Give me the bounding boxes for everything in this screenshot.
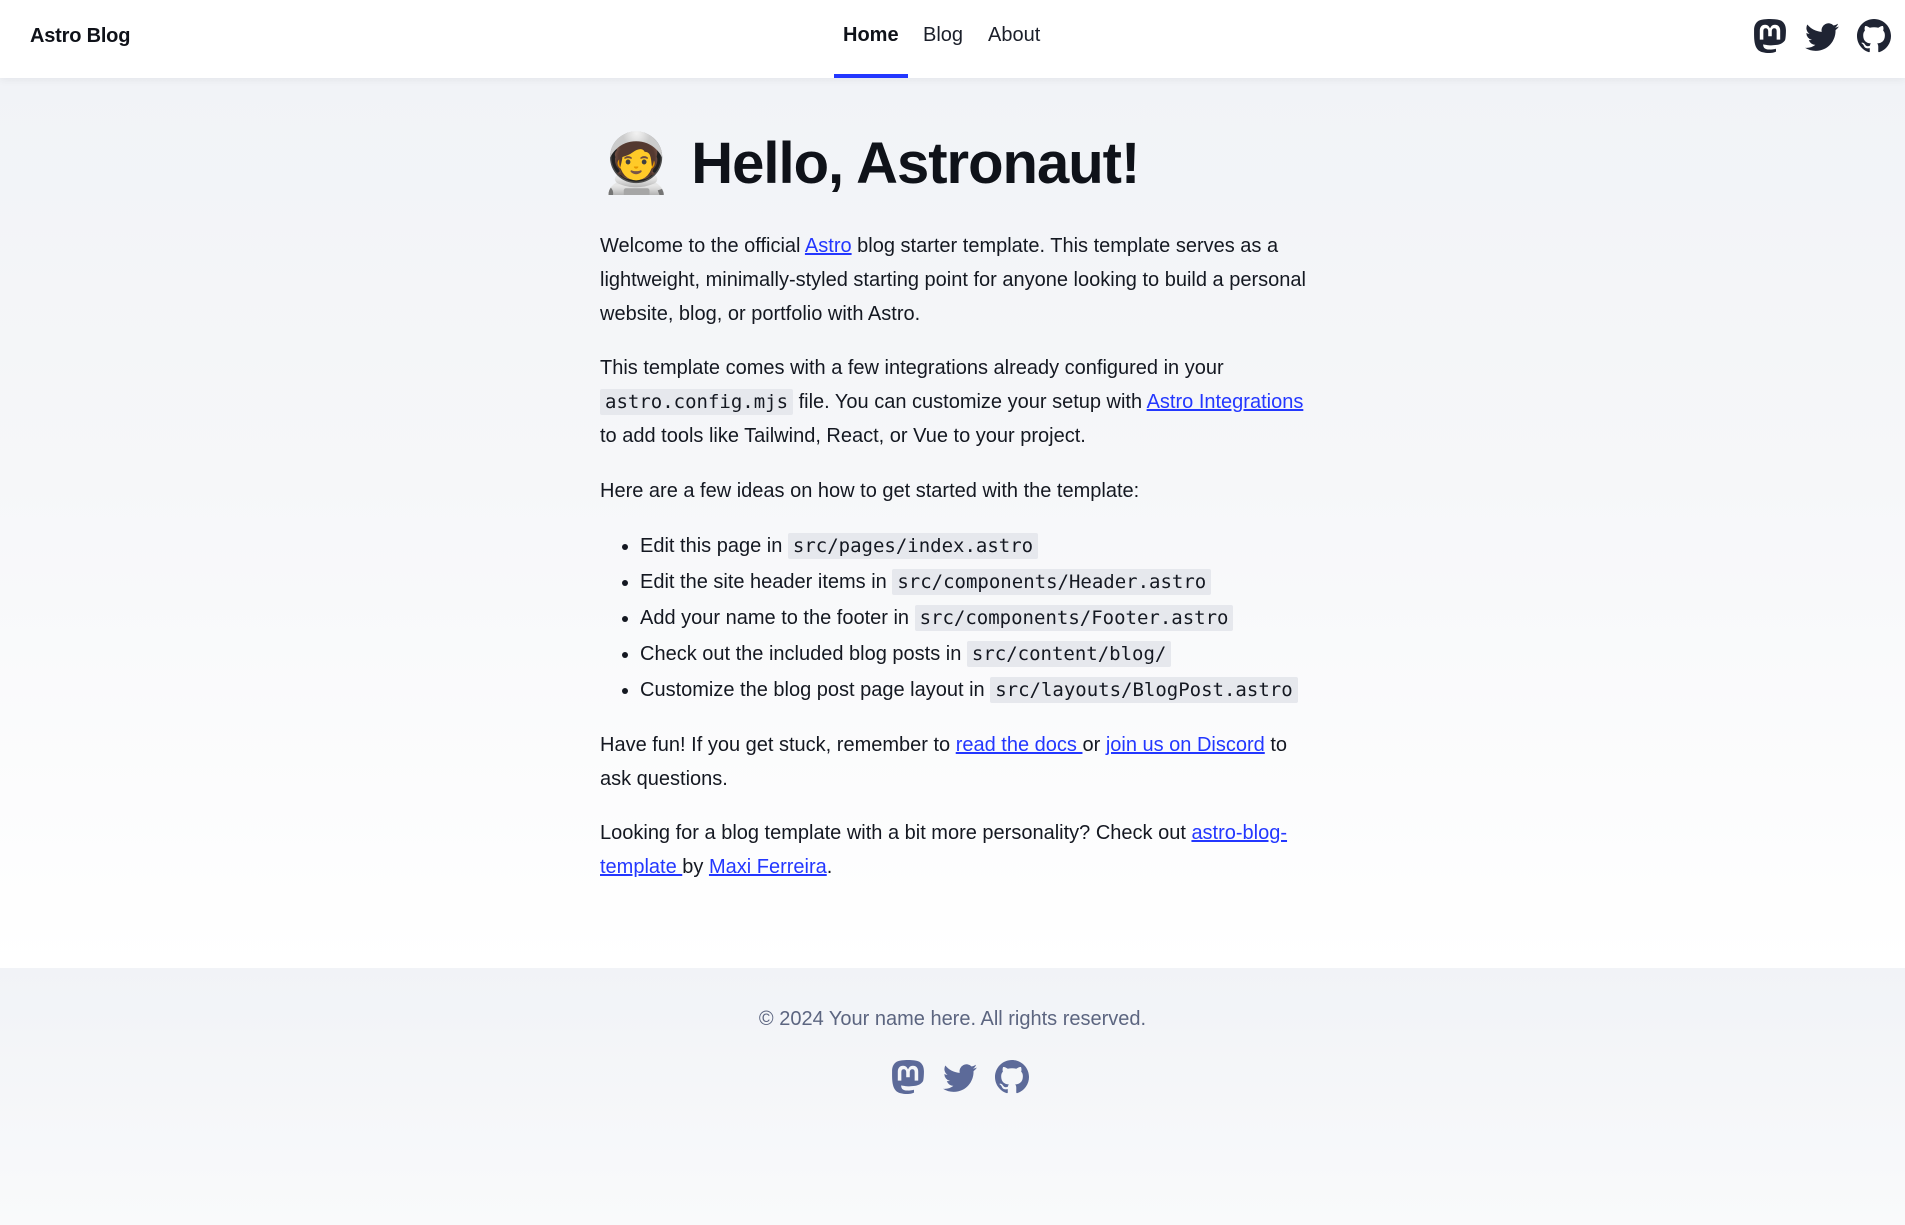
footer-mastodon-link[interactable] <box>891 1060 925 1094</box>
maxi-ferreira-link[interactable]: Maxi Ferreira <box>709 856 827 878</box>
intro-paragraph: Welcome to the official Astro blog start… <box>600 229 1320 331</box>
help-paragraph: Have fun! If you get stuck, remember to … <box>600 728 1320 796</box>
active-nav-indicator <box>834 74 908 78</box>
help-text: Have fun! If you get stuck, remember to <box>600 734 956 756</box>
list-item: Add your name to the footer in src/compo… <box>640 600 1340 636</box>
help-text-middle: or <box>1082 734 1106 756</box>
github-icon <box>995 1060 1029 1094</box>
header-mastodon-link[interactable] <box>1753 19 1787 53</box>
personality-text: Looking for a blog template with a bit m… <box>600 822 1192 844</box>
mastodon-icon <box>1753 19 1787 53</box>
list-item: Edit this page in src/pages/index.astro <box>640 528 1340 564</box>
intro-text: Welcome to the official <box>600 235 805 257</box>
header-github-link[interactable] <box>1857 19 1891 53</box>
github-icon <box>1857 19 1891 53</box>
personality-text-rest: . <box>826 856 833 878</box>
main-content: 🧑‍🚀 Hello, Astronaut! Welcome to the offi… <box>0 78 1905 968</box>
twitter-icon <box>943 1060 977 1094</box>
config-file-code: astro.config.mjs <box>600 389 794 415</box>
header-twitter-link[interactable] <box>1805 19 1839 53</box>
file-path-code: src/layouts/BlogPost.astro <box>990 677 1298 703</box>
footer-twitter-link[interactable] <box>943 1060 977 1094</box>
read-docs-link[interactable]: read the docs <box>956 734 1083 756</box>
integrations-text: This template comes with a few integrati… <box>600 357 1224 379</box>
nav-home-link[interactable]: Home <box>843 24 899 47</box>
integrations-paragraph: This template comes with a few integrati… <box>600 351 1320 453</box>
list-item-text: Edit the site header items in <box>640 571 893 593</box>
site-brand-link[interactable]: Astro Blog <box>30 25 130 48</box>
file-path-code: src/components/Footer.astro <box>914 605 1234 631</box>
file-path-code: src/components/Header.astro <box>892 569 1212 595</box>
list-item-text: Customize the blog post page layout in <box>640 679 991 701</box>
astronaut-emoji-icon: 🧑‍🚀 <box>600 129 672 197</box>
list-item: Check out the included blog posts in src… <box>640 636 1340 672</box>
page-title-text: Hello, Astronaut! <box>691 131 1140 196</box>
nav-about-link[interactable]: About <box>988 24 1040 47</box>
personality-paragraph: Looking for a blog template with a bit m… <box>600 816 1320 884</box>
astro-link[interactable]: Astro <box>805 235 852 257</box>
list-item-text: Check out the included blog posts in <box>640 643 967 665</box>
mastodon-icon <box>891 1060 925 1094</box>
file-path-code: src/pages/index.astro <box>787 533 1039 559</box>
astro-integrations-link[interactable]: Astro Integrations <box>1147 391 1304 413</box>
list-item-text: Edit this page in <box>640 535 788 557</box>
file-path-code: src/content/blog/ <box>966 641 1172 667</box>
page-title: 🧑‍🚀 Hello, Astronaut! <box>600 128 1140 199</box>
discord-link[interactable]: join us on Discord <box>1106 734 1265 756</box>
ideas-heading: Here are a few ideas on how to get start… <box>600 480 1140 502</box>
nav-blog-link[interactable]: Blog <box>923 24 963 47</box>
footer-github-link[interactable] <box>995 1060 1029 1094</box>
list-item: Customize the blog post page layout in s… <box>640 672 1340 708</box>
ideas-list: Edit this page in src/pages/index.astro … <box>600 528 1340 708</box>
site-header: Astro Blog Home Blog About <box>0 0 1905 78</box>
list-item: Edit the site header items in src/compon… <box>640 564 1340 600</box>
copyright-text: © 2024 Your name here. All rights reserv… <box>758 1008 1147 1030</box>
site-footer: © 2024 Your name here. All rights reserv… <box>0 968 1905 1225</box>
twitter-icon <box>1805 19 1839 53</box>
list-item-text: Add your name to the footer in <box>640 607 915 629</box>
integrations-text-rest: to add tools like Tailwind, React, or Vu… <box>600 425 1086 447</box>
integrations-text-middle: file. You can customize your setup with <box>793 391 1147 413</box>
personality-text-middle: by <box>682 856 709 878</box>
